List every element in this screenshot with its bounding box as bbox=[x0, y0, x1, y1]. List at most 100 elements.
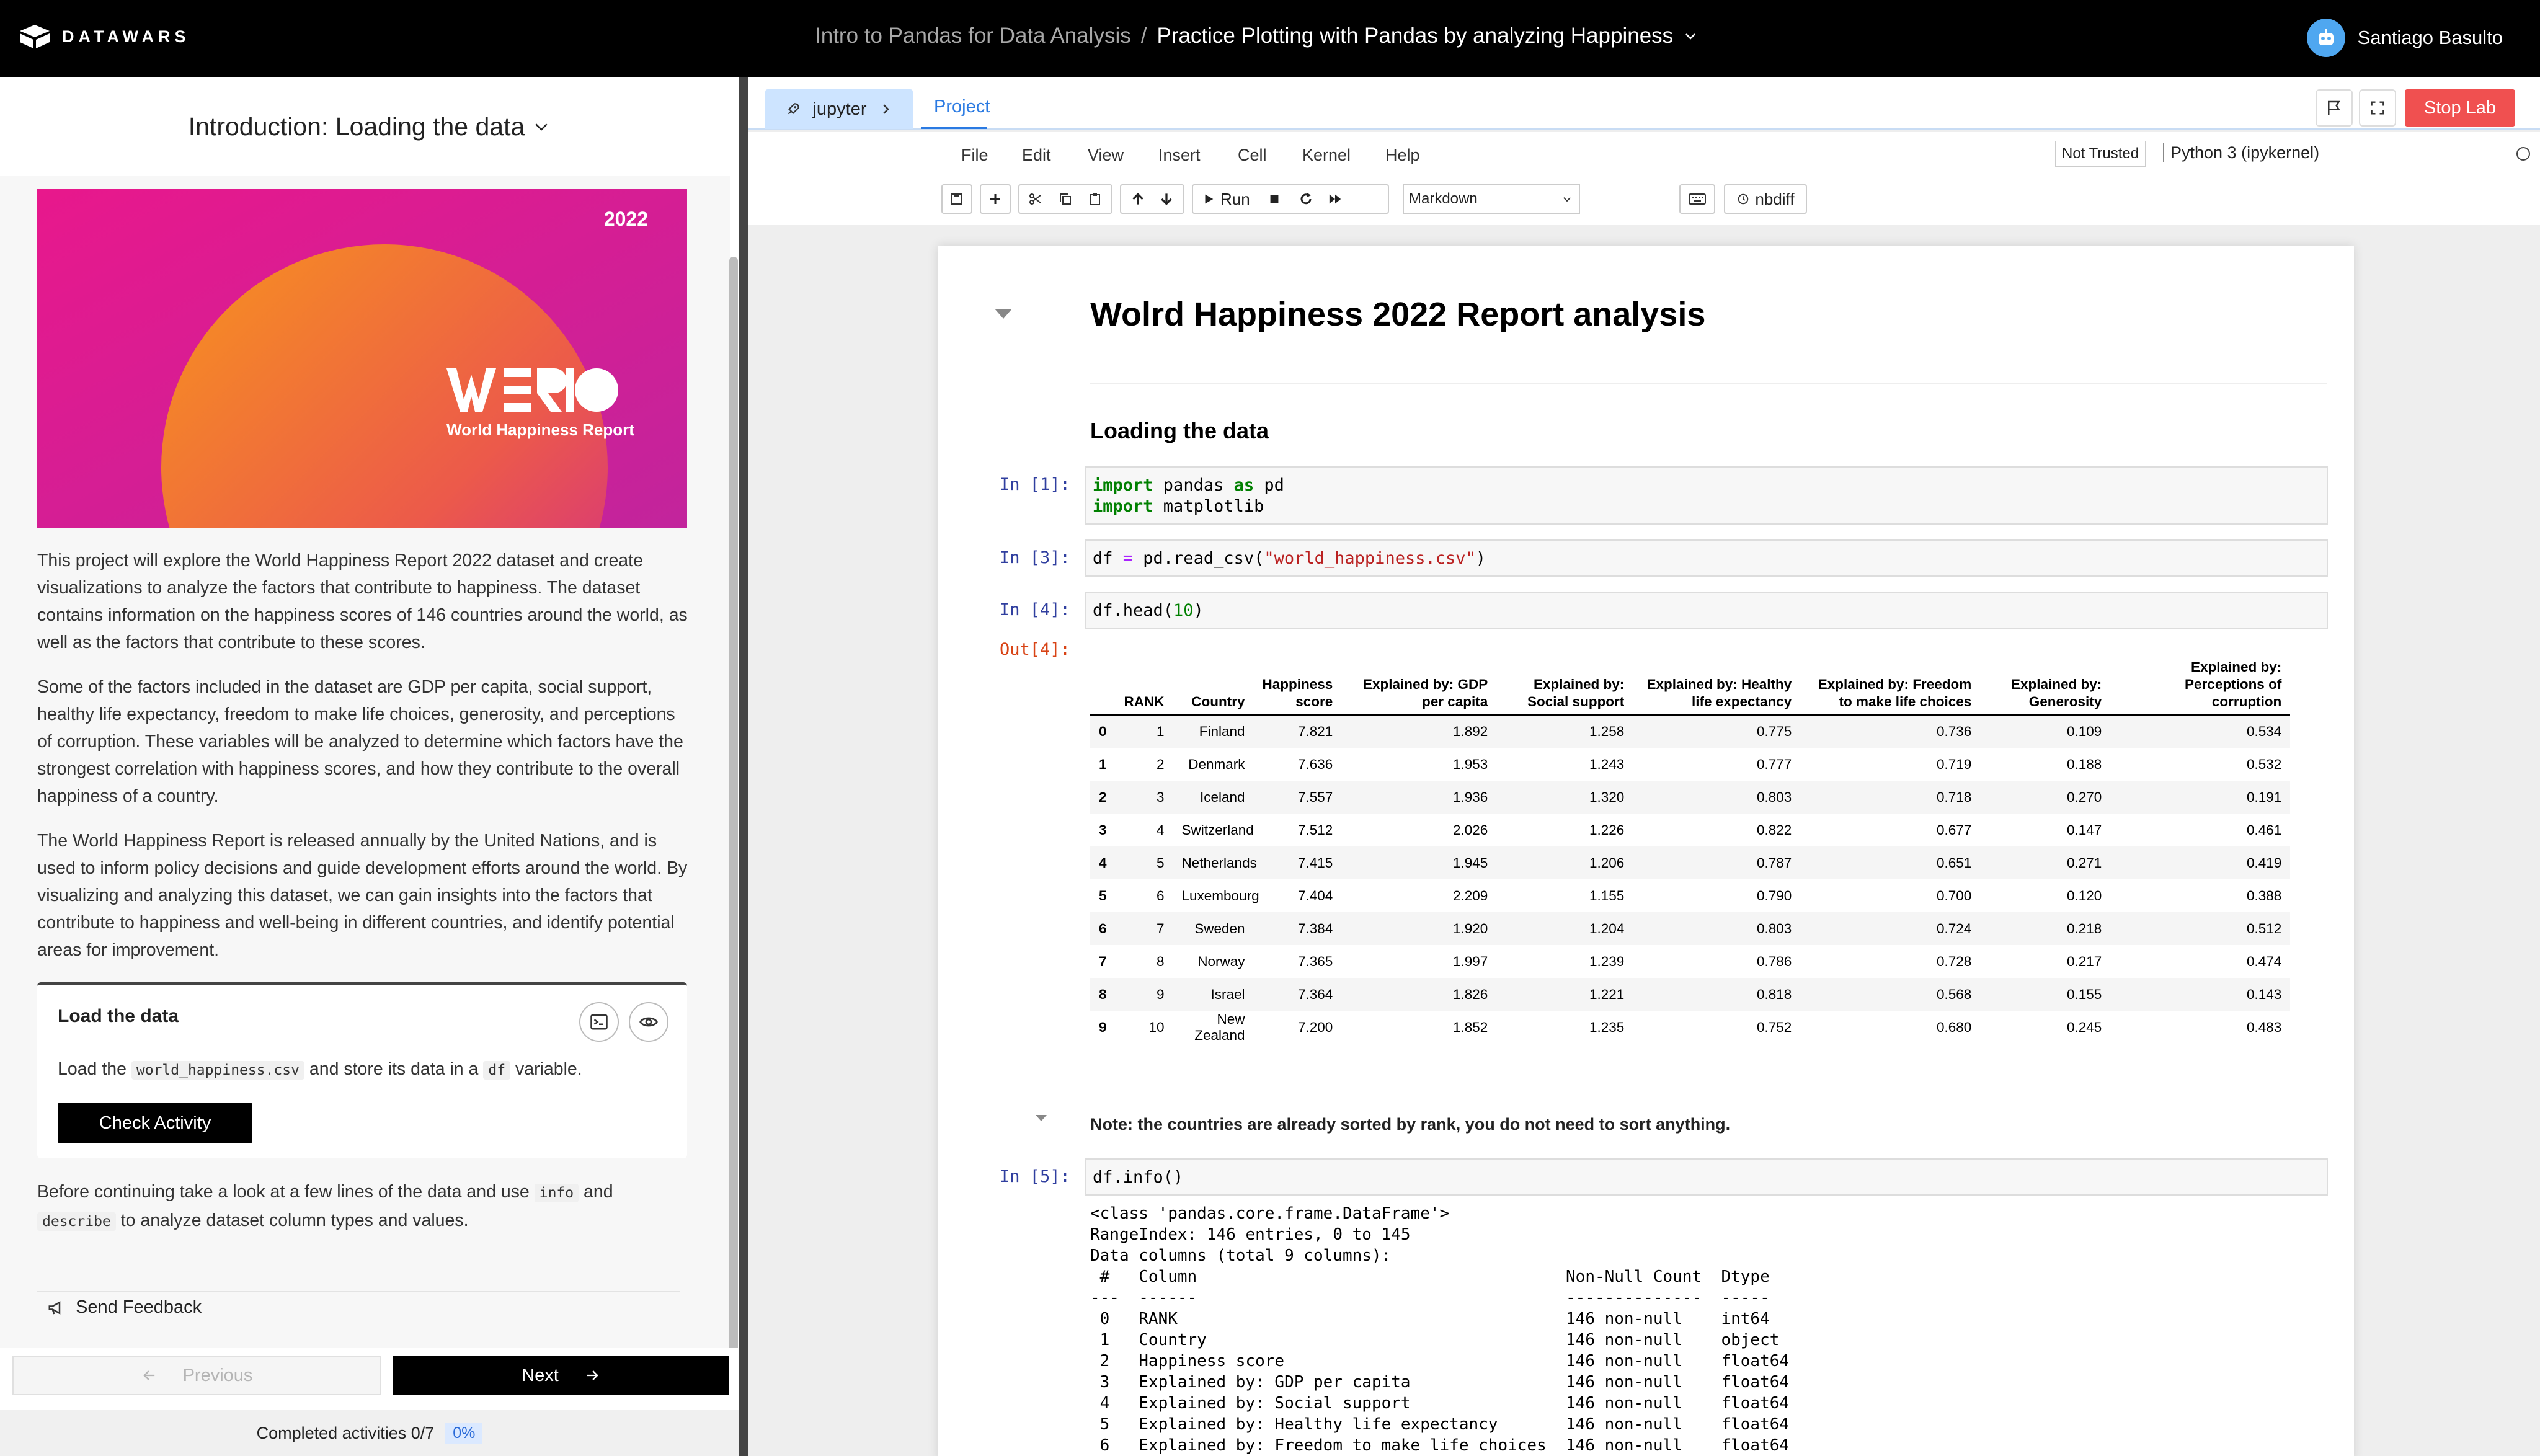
fast-forward-icon[interactable] bbox=[1327, 192, 1343, 206]
brand-logo[interactable]: DATAWARS bbox=[19, 24, 190, 50]
completed-activities: Completed activities 0/7 bbox=[256, 1423, 435, 1442]
send-feedback-link[interactable]: Send Feedback bbox=[47, 1297, 202, 1318]
collapse-heading-icon[interactable] bbox=[995, 309, 1012, 319]
table-cell: 7.512 bbox=[1298, 822, 1333, 838]
chevron-down-icon[interactable] bbox=[1683, 29, 1698, 43]
table-cell: 1.239 bbox=[1589, 953, 1625, 969]
table-cell: 1.997 bbox=[1453, 953, 1488, 969]
table-cell: Switzerland bbox=[1181, 822, 1254, 838]
table-row: 3 4 Switzerland 7.512 2.026 1.226 0.822 0.677 0.… bbox=[1090, 814, 2290, 846]
menu-insert[interactable]: Insert bbox=[1158, 146, 1201, 165]
eye-icon bbox=[639, 1017, 658, 1027]
table-cell: 0.818 bbox=[1633, 978, 1801, 1011]
menu-help[interactable]: Help bbox=[1385, 146, 1420, 165]
instructions-scrollbar[interactable] bbox=[729, 257, 738, 1392]
table-cell: 7.821 bbox=[1253, 715, 1342, 748]
previous-label: Previous bbox=[182, 1365, 253, 1385]
menu-cell[interactable]: Cell bbox=[1238, 146, 1267, 165]
table-header: Happiness score bbox=[1253, 655, 1342, 716]
table-header: Explained by: Generosity bbox=[1980, 655, 2111, 716]
table-cell: 7.364 bbox=[1253, 978, 1342, 1011]
table-cell: 0.568 bbox=[1800, 978, 1981, 1011]
table-cell: 0.188 bbox=[2067, 756, 2102, 772]
table-cell: 0.483 bbox=[2247, 1019, 2282, 1035]
table-cell: 0.718 bbox=[1800, 781, 1981, 814]
insert-cell-button[interactable] bbox=[980, 184, 1011, 214]
table-cell: 0.790 bbox=[1757, 887, 1792, 903]
top-bar: DATAWARS Intro to Pandas for Data Analys… bbox=[0, 0, 2540, 77]
paste-icon[interactable] bbox=[1088, 192, 1103, 206]
next-button[interactable]: Next bbox=[393, 1356, 729, 1395]
cell-type-select[interactable]: Markdown bbox=[1403, 184, 1580, 214]
tab-project[interactable]: Project bbox=[934, 97, 990, 117]
open-terminal-button[interactable] bbox=[579, 1002, 619, 1042]
run-button[interactable]: Run bbox=[1193, 190, 1259, 209]
menu-edit[interactable]: Edit bbox=[1022, 146, 1051, 165]
stop-lab-button[interactable]: Stop Lab bbox=[2405, 89, 2515, 127]
check-activity-button[interactable]: Check Activity bbox=[58, 1103, 252, 1143]
collapse-markdown-icon[interactable] bbox=[1036, 1115, 1047, 1121]
table-cell: Finland bbox=[1173, 715, 1254, 748]
code-cell-2[interactable]: df = pd.read_csv("world_happiness.csv") bbox=[1085, 539, 2328, 577]
inline-code-info: info bbox=[534, 1184, 579, 1202]
panel-resize-handle[interactable] bbox=[739, 77, 748, 1456]
table-body: 0 1 Finland 7.821 1.892 1.258 0.775 0.736 0.109 0… bbox=[1090, 715, 2291, 1044]
instructions-panel: Introduction: Loading the data 2022 Worl… bbox=[0, 77, 739, 1456]
tab-jupyter[interactable]: jupyter bbox=[765, 89, 913, 129]
copy-icon[interactable] bbox=[1058, 192, 1073, 206]
code-cell-1[interactable]: import pandas as pd import matplotlib bbox=[1085, 466, 2328, 525]
row-index: 3 bbox=[1099, 822, 1107, 838]
activity-description: Load the world_happiness.csv and store i… bbox=[58, 1059, 582, 1080]
table-cell: 2 bbox=[1157, 756, 1165, 772]
table-cell: 7.384 bbox=[1253, 912, 1342, 945]
inline-code-filename: world_happiness.csv bbox=[131, 1061, 304, 1080]
kernel-name[interactable]: Python 3 (ipykernel) bbox=[2163, 143, 2319, 162]
show-solution-button[interactable] bbox=[629, 1002, 668, 1042]
table-cell: 7 bbox=[1115, 912, 1173, 945]
table-cell: 0.217 bbox=[2067, 953, 2102, 969]
cell-4-prompt: In [5]: bbox=[1000, 1167, 1070, 1186]
avatar[interactable] bbox=[2306, 19, 2345, 57]
command-palette-button[interactable] bbox=[1679, 184, 1715, 214]
not-trusted-indicator[interactable]: Not Trusted bbox=[2055, 141, 2146, 167]
stop-icon[interactable] bbox=[1268, 192, 1281, 206]
table-row: 2 3 Iceland 7.557 1.936 1.320 0.803 0.718 0.270 0… bbox=[1090, 781, 2291, 814]
keyboard-icon bbox=[1689, 193, 1706, 205]
table-cell: 0.777 bbox=[1757, 756, 1792, 772]
row-index: 2 bbox=[1090, 781, 1116, 814]
report-issue-button[interactable] bbox=[2316, 89, 2353, 127]
menu-kernel[interactable]: Kernel bbox=[1302, 146, 1351, 165]
arrow-down-icon[interactable] bbox=[1158, 191, 1175, 207]
menu-view[interactable]: View bbox=[1088, 146, 1124, 165]
user-menu[interactable]: Santiago Basulto bbox=[2306, 19, 2503, 57]
table-header: Explained by: Healthy life expectancy bbox=[1633, 655, 1801, 716]
section-selector[interactable]: Introduction: Loading the data bbox=[0, 77, 739, 176]
arrow-left-icon bbox=[143, 1370, 154, 1380]
after-activity-text: Before continuing take a look at a few l… bbox=[37, 1182, 613, 1231]
dataframe-table: RANK Country Happiness score Explained b… bbox=[1090, 655, 2291, 1044]
breadcrumb-course[interactable]: Intro to Pandas for Data Analysis bbox=[815, 24, 1131, 48]
table-cell: 2.209 bbox=[1453, 887, 1488, 903]
code-cell-3[interactable]: df.head(10) bbox=[1085, 592, 2328, 629]
table-cell: 0.719 bbox=[1937, 756, 1972, 772]
info-output: <class 'pandas.core.frame.DataFrame'> Ra… bbox=[1090, 1204, 1790, 1455]
save-button[interactable] bbox=[941, 184, 972, 214]
nbdiff-button[interactable]: nbdiff bbox=[1724, 184, 1807, 214]
menu-file[interactable]: File bbox=[961, 146, 988, 165]
arrow-up-icon[interactable] bbox=[1130, 191, 1146, 207]
breadcrumb-project[interactable]: Practice Plotting with Pandas by analyzi… bbox=[1157, 24, 1673, 48]
code-cell-4[interactable]: df.info() bbox=[1085, 1158, 2328, 1196]
table-row: 7 8 Norway 7.365 1.997 1.239 0.786 0.728 0.217 0.… bbox=[1090, 945, 2290, 978]
table-cell: 1.826 bbox=[1341, 978, 1497, 1011]
fullscreen-button[interactable] bbox=[2359, 89, 2396, 127]
table-cell: 0.724 bbox=[1800, 912, 1981, 945]
jupyter-menubar: File Edit View Insert Cell Kernel Help N… bbox=[938, 132, 2530, 175]
cell-3-output-prompt: Out[4]: bbox=[1000, 640, 1070, 659]
previous-button[interactable]: Previous bbox=[12, 1356, 381, 1395]
scissors-icon[interactable] bbox=[1028, 192, 1043, 206]
kernel-status-icon bbox=[2516, 147, 2530, 161]
table-cell: Netherlands bbox=[1173, 846, 1257, 879]
table-cell: 0.532 bbox=[2247, 756, 2282, 772]
table-cell: 1.852 bbox=[1453, 1019, 1488, 1035]
restart-icon[interactable] bbox=[1299, 192, 1313, 206]
